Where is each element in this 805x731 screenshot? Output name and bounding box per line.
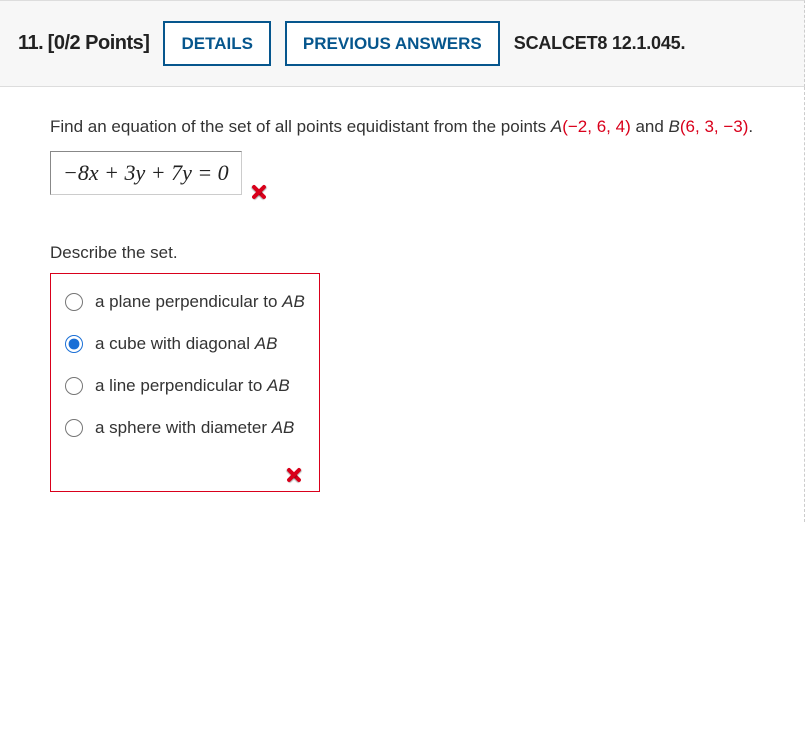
prompt-between: and	[631, 117, 669, 136]
previous-answers-button[interactable]: PREVIOUS ANSWERS	[285, 21, 500, 66]
point-b-coords: (6, 3, −3)	[680, 117, 749, 136]
question-prompt: Find an equation of the set of all point…	[50, 117, 786, 137]
textbook-reference: SCALCET8 12.1.045.	[514, 33, 685, 54]
describe-label: Describe the set.	[50, 243, 786, 263]
answer-row: −8x + 3y + 7y = 0	[50, 151, 786, 195]
radio-input[interactable]	[65, 293, 83, 311]
incorrect-icon	[250, 183, 268, 201]
point-a-coords: (−2, 6, 4)	[562, 117, 631, 136]
incorrect-icon	[285, 466, 303, 484]
details-button[interactable]: DETAILS	[163, 21, 270, 66]
radio-option-sphere[interactable]: a sphere with diameter AB	[65, 418, 305, 438]
point-a-label: A	[551, 117, 562, 136]
option-label: a line perpendicular to AB	[95, 376, 290, 396]
radio-option-plane[interactable]: a plane perpendicular to AB	[65, 292, 305, 312]
radio-input[interactable]	[65, 377, 83, 395]
radio-input[interactable]	[65, 335, 83, 353]
points-label: [0/2 Points]	[48, 32, 150, 54]
radio-option-line[interactable]: a line perpendicular to AB	[65, 376, 305, 396]
option-label: a cube with diagonal AB	[95, 334, 277, 354]
radio-input[interactable]	[65, 419, 83, 437]
option-label: a plane perpendicular to AB	[95, 292, 305, 312]
question-number: 11.	[18, 32, 43, 54]
radio-option-cube[interactable]: a cube with diagonal AB	[65, 334, 305, 354]
equation-answer-value: −8x + 3y + 7y = 0	[63, 160, 229, 185]
point-b-label: B	[669, 117, 680, 136]
question-number-points: 11. [0/2 Points]	[18, 32, 149, 55]
question-header: 11. [0/2 Points] DETAILS PREVIOUS ANSWER…	[0, 0, 805, 87]
prompt-prefix: Find an equation of the set of all point…	[50, 117, 551, 136]
question-content: Find an equation of the set of all point…	[0, 87, 805, 522]
equation-answer-input[interactable]: −8x + 3y + 7y = 0	[50, 151, 242, 195]
option-label: a sphere with diameter AB	[95, 418, 294, 438]
describe-options-box: a plane perpendicular to AB a cube with …	[50, 273, 320, 492]
prompt-suffix: .	[748, 117, 753, 136]
options-feedback	[65, 460, 305, 483]
